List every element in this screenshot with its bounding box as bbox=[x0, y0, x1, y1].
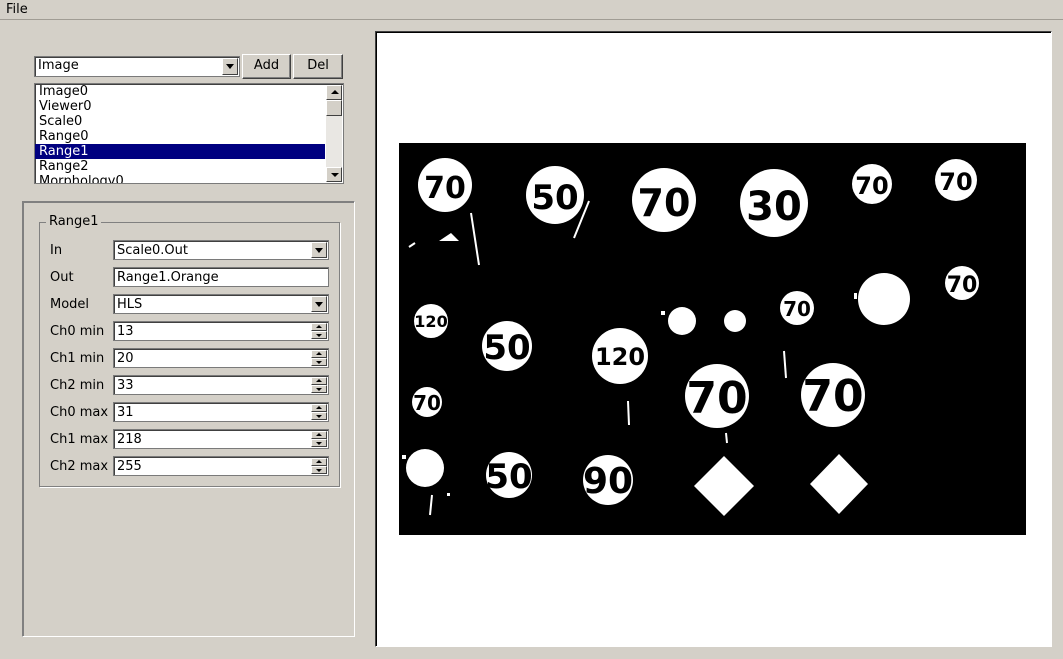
sign-mask-image: 70 50 70 30 70 70 120 50 120 70 70 70 70… bbox=[402, 158, 979, 516]
out-label: Out bbox=[50, 270, 74, 285]
spin-down-icon[interactable] bbox=[311, 385, 327, 393]
del-button[interactable]: Del bbox=[293, 54, 343, 79]
ch1-max-value: 218 bbox=[117, 432, 142, 447]
sign-numbers: 70 50 70 30 70 70 120 50 120 70 70 70 70… bbox=[413, 168, 977, 502]
sign-number: 70 bbox=[939, 168, 972, 196]
sign-number: 70 bbox=[686, 373, 747, 424]
object-type-select[interactable]: Image bbox=[34, 56, 240, 77]
model-select[interactable]: HLS bbox=[113, 294, 329, 314]
in-value: Scale0.Out bbox=[117, 243, 188, 258]
out-value: Range1.Orange bbox=[117, 270, 219, 285]
list-item[interactable]: Range2 bbox=[35, 159, 325, 174]
list-item[interactable]: Viewer0 bbox=[35, 99, 325, 114]
spin-up-icon[interactable] bbox=[311, 404, 327, 412]
sign-number: 50 bbox=[531, 178, 578, 218]
sign-number: 70 bbox=[802, 371, 863, 422]
list-item[interactable]: Scale0 bbox=[35, 114, 325, 129]
scroll-up-icon[interactable] bbox=[326, 85, 342, 100]
sign-number: 70 bbox=[783, 297, 811, 321]
object-list[interactable]: Image0 Viewer0 Scale0 Range0 Range1 Rang… bbox=[34, 83, 344, 184]
list-item[interactable]: Morphology0 bbox=[35, 174, 325, 183]
list-scrollbar[interactable] bbox=[326, 85, 342, 182]
sign-number: 70 bbox=[855, 172, 888, 200]
ch2-min-label: Ch2 min bbox=[50, 378, 105, 393]
sign-number: 120 bbox=[414, 312, 447, 331]
spin-down-icon[interactable] bbox=[311, 412, 327, 420]
menu-file[interactable]: File bbox=[6, 2, 28, 17]
spin-up-icon[interactable] bbox=[311, 350, 327, 358]
spin-down-icon[interactable] bbox=[311, 439, 327, 447]
spin-up-icon[interactable] bbox=[311, 377, 327, 385]
sign-number: 70 bbox=[424, 171, 466, 206]
scroll-thumb[interactable] bbox=[326, 100, 342, 116]
ch0-max-value: 31 bbox=[117, 405, 134, 420]
ch1-max-stepper[interactable]: 218 bbox=[113, 429, 329, 449]
sign-number: 50 bbox=[485, 457, 532, 497]
sign-number: 30 bbox=[746, 184, 802, 230]
add-button[interactable]: Add bbox=[242, 54, 291, 79]
ch0-min-stepper[interactable]: 13 bbox=[113, 321, 329, 341]
thresholded-image: 70 50 70 30 70 70 120 50 120 70 70 70 70… bbox=[399, 143, 1026, 535]
chevron-down-icon[interactable] bbox=[222, 58, 238, 75]
ch0-min-value: 13 bbox=[117, 324, 134, 339]
ch1-min-label: Ch1 min bbox=[50, 351, 105, 366]
in-select[interactable]: Scale0.Out bbox=[113, 240, 329, 260]
menu-bar: File bbox=[0, 0, 1063, 20]
chevron-down-icon[interactable] bbox=[311, 242, 327, 258]
spin-up-icon[interactable] bbox=[311, 323, 327, 331]
ch2-max-value: 255 bbox=[117, 459, 142, 474]
chevron-down-icon[interactable] bbox=[311, 296, 327, 312]
list-item-selected[interactable]: Range1 bbox=[35, 144, 325, 159]
ch0-max-stepper[interactable]: 31 bbox=[113, 402, 329, 422]
in-label: In bbox=[50, 243, 63, 258]
model-value: HLS bbox=[117, 297, 143, 312]
list-item[interactable]: Range0 bbox=[35, 129, 325, 144]
ch0-min-label: Ch0 min bbox=[50, 324, 105, 339]
ch0-max-label: Ch0 max bbox=[50, 405, 109, 420]
ch2-min-value: 33 bbox=[117, 378, 134, 393]
spin-up-icon[interactable] bbox=[311, 458, 327, 466]
sign-number: 90 bbox=[583, 461, 633, 502]
ch1-min-value: 20 bbox=[117, 351, 134, 366]
spin-up-icon[interactable] bbox=[311, 431, 327, 439]
spin-down-icon[interactable] bbox=[311, 331, 327, 339]
out-field[interactable]: Range1.Orange bbox=[113, 267, 329, 287]
ch2-max-label: Ch2 max bbox=[50, 459, 109, 474]
properties-group-title: Range1 bbox=[46, 214, 102, 229]
model-label: Model bbox=[50, 297, 90, 312]
sign-number: 50 bbox=[483, 328, 530, 368]
ch1-min-stepper[interactable]: 20 bbox=[113, 348, 329, 368]
ch2-max-stepper[interactable]: 255 bbox=[113, 456, 329, 476]
sign-number: 70 bbox=[947, 273, 978, 298]
spin-down-icon[interactable] bbox=[311, 466, 327, 474]
sign-number: 120 bbox=[595, 343, 645, 371]
spin-down-icon[interactable] bbox=[311, 358, 327, 366]
ch1-max-label: Ch1 max bbox=[50, 432, 109, 447]
list-item[interactable]: Image0 bbox=[35, 84, 325, 99]
ch2-min-stepper[interactable]: 33 bbox=[113, 375, 329, 395]
sign-number: 70 bbox=[413, 391, 441, 415]
sign-number: 70 bbox=[638, 181, 691, 225]
scroll-down-icon[interactable] bbox=[326, 167, 342, 182]
object-type-value: Image bbox=[38, 58, 79, 73]
